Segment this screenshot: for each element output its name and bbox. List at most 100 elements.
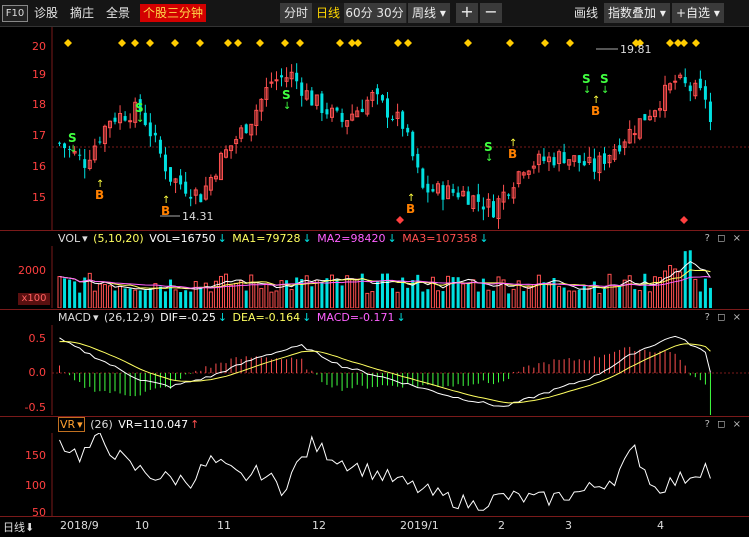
volume-bar [370, 291, 375, 308]
diamond-marker [354, 39, 362, 47]
diamond-marker [171, 39, 179, 47]
candle-body [199, 194, 203, 203]
period-indicator[interactable]: 日线⬇ [3, 519, 34, 535]
volume-bar [320, 281, 324, 308]
diamond-marker [196, 39, 204, 47]
candle-body [602, 153, 606, 164]
candle-body [673, 80, 678, 83]
vol-panel-controls[interactable]: ? ◻ × [705, 231, 743, 246]
candle-body [391, 118, 395, 120]
candle-body [274, 79, 279, 82]
down-arrow-icon: ↓ [69, 144, 77, 155]
volume-bar [607, 273, 612, 308]
volume-bar [562, 287, 566, 308]
volume-bar [633, 289, 637, 308]
buy-signal: B [591, 104, 600, 118]
volume-bar [229, 284, 234, 308]
diagnose-tab[interactable]: 诊股 [34, 4, 58, 22]
volume-bar [189, 291, 193, 308]
volume-bar [406, 287, 410, 308]
macd-panel-controls[interactable]: ? ◻ × [705, 310, 743, 325]
candle-body [169, 167, 173, 182]
volume-bar [380, 273, 384, 308]
down-arrow-icon: ↓ [136, 114, 144, 125]
diamond-marker [131, 39, 139, 47]
volume-bar [542, 282, 546, 308]
candle-body [380, 95, 384, 101]
macd-chart[interactable] [0, 325, 749, 415]
diamond-marker [541, 39, 549, 47]
three-minute-tab[interactable]: 个股三分钟 [140, 4, 207, 22]
volume-bar [421, 291, 425, 308]
vol-ma1: MA1=79728 [232, 232, 301, 245]
volume-bar [652, 276, 657, 308]
period-week-dropdown[interactable]: 周线 ▾ [408, 3, 450, 23]
candle-body [582, 161, 586, 166]
vr-panel-controls[interactable]: ? ◻ × [705, 417, 743, 432]
volume-bar [435, 290, 440, 308]
period-daily[interactable]: 日线 [312, 3, 345, 23]
volume-bar [63, 278, 67, 308]
f10-button[interactable]: F10 [2, 5, 28, 22]
volume-bar [668, 265, 673, 308]
volume-bar [622, 279, 627, 308]
x-label: 12 [312, 519, 326, 532]
vol-indicator-name[interactable]: VOL [58, 232, 80, 245]
candle-body [310, 90, 314, 106]
volume-bar [597, 292, 602, 308]
low-price-label: 14.31 [182, 210, 214, 223]
sell-signal: S [484, 140, 493, 154]
volume-bar [148, 287, 152, 308]
candle-body [592, 158, 596, 172]
zoom-out-button[interactable]: − [480, 3, 502, 23]
buy-signal: B [508, 147, 517, 161]
index-overlay-dropdown[interactable]: 指数叠加 ▾ [604, 3, 670, 23]
volume-chart[interactable] [0, 246, 749, 308]
candle-body [481, 206, 485, 210]
volume-bar [375, 280, 379, 308]
toolbar: F10 诊股 摘庄 全景 个股三分钟 分时 日线 60分 30分 周线 ▾ + … [0, 0, 749, 27]
watchlist-dropdown[interactable]: +自选 ▾ [672, 3, 724, 23]
macd-indicator-name[interactable]: MACD [58, 311, 91, 324]
diamond-marker [680, 39, 688, 47]
price-chart[interactable]: S↓S↓S↓S↓S↓S↓↑B ↑B↑B↑B↑B 19.81 14.31 [0, 27, 749, 230]
candle-body [632, 133, 637, 136]
down-arrow-icon: ↓ [387, 232, 397, 245]
volume-bar [688, 250, 692, 308]
volume-bar [193, 281, 198, 308]
vr-indicator-name[interactable]: VR ▾ [58, 417, 85, 432]
volume-bar [471, 279, 476, 308]
vr-chart[interactable] [0, 433, 749, 516]
volume-bar [466, 282, 470, 308]
vol-ma3: MA3=107358 [402, 232, 478, 245]
zoom-in-button[interactable]: + [456, 3, 478, 23]
volume-bar [113, 290, 117, 308]
x-label: 2019/1 [400, 519, 439, 532]
candle-body [466, 191, 470, 205]
period-timeshare[interactable]: 分时 [280, 3, 313, 23]
period-60min[interactable]: 60分 [344, 3, 375, 23]
down-arrow-icon: ↓ [283, 101, 291, 112]
down-arrow-icon: ↓ [302, 232, 312, 245]
candle-body [703, 86, 707, 100]
down-arrow-icon: ↓ [583, 85, 591, 96]
volume-bar [703, 278, 707, 308]
candle-body [123, 116, 127, 121]
volume-bar [269, 291, 274, 308]
volume-bar [446, 275, 451, 308]
dealer-tab[interactable]: 摘庄 [70, 4, 94, 22]
volume-bar [698, 291, 702, 308]
overview-tab[interactable]: 全景 [106, 4, 130, 22]
period-30min[interactable]: 30分 [374, 3, 407, 23]
x-label: 4 [657, 519, 664, 532]
volume-bar [572, 290, 577, 308]
vr-name-label: VR [60, 418, 76, 431]
volume-bar [97, 283, 102, 308]
diamond-marker [692, 39, 700, 47]
volume-bar [92, 290, 97, 308]
volume-bar [199, 286, 203, 308]
candle-body [189, 196, 193, 199]
volume-bar [218, 275, 223, 308]
draw-line-button[interactable]: 画线 [574, 4, 598, 22]
down-arrow-icon: ↓ [217, 232, 227, 245]
